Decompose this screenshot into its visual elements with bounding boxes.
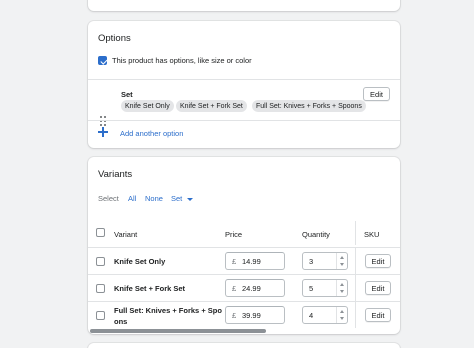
price-value: 14.99 — [242, 256, 261, 266]
variant-name-line: ons — [114, 317, 128, 326]
currency-symbol: £ — [232, 310, 237, 320]
variant-name: Knife Set + Fork Set — [114, 284, 186, 293]
quantity-value: 3 — [309, 256, 314, 266]
select-all-link[interactable]: All — [128, 194, 136, 203]
currency-symbol: £ — [232, 256, 237, 266]
column-divider — [355, 221, 356, 245]
column-divider — [355, 248, 356, 274]
price-input[interactable]: £ 39.99 — [225, 306, 285, 324]
options-card: Options This product has options, like s… — [88, 21, 400, 148]
variant-name: Knife Set Only — [114, 257, 166, 266]
select-none-link[interactable]: None — [145, 194, 163, 203]
option-value-tag: Full Set: Knives + Forks + Spoons — [252, 100, 366, 112]
price-value: 39.99 — [242, 310, 261, 320]
column-divider — [355, 275, 356, 301]
row-checkbox[interactable] — [96, 284, 105, 293]
select-set-dropdown[interactable]: Set — [171, 194, 194, 203]
quantity-stepper[interactable]: 3 — [302, 252, 348, 270]
price-column-header: Price — [225, 230, 243, 239]
options-divider-2 — [88, 120, 400, 121]
quantity-stepper[interactable]: 4 — [302, 306, 348, 324]
variants-card: Variants Select All None Set Variant Pri… — [88, 157, 400, 334]
horizontal-scrollbar[interactable] — [88, 328, 400, 334]
option-value-tag: Knife Set + Fork Set — [176, 100, 247, 112]
edit-variant-button[interactable]: Edit — [365, 281, 391, 295]
quantity-value: 4 — [309, 310, 314, 320]
plus-icon — [98, 127, 108, 137]
add-another-option-link[interactable]: Add another option — [120, 129, 183, 138]
variant-name-line: Full Set: Knives + Forks + Spo — [114, 306, 222, 315]
sku-column-header: SKU — [364, 230, 380, 239]
stepper-arrows-icon[interactable] — [336, 280, 347, 296]
column-divider — [355, 302, 356, 328]
variant-name: Full Set: Knives + Forks + Spo ons — [114, 305, 222, 327]
edit-variant-button[interactable]: Edit — [365, 308, 391, 322]
options-title: Options — [98, 33, 131, 44]
caret-down-icon — [187, 197, 194, 201]
select-all-variants-checkbox[interactable] — [96, 228, 105, 237]
quantity-column-header: Quantity — [302, 230, 330, 239]
previous-section-card — [88, 0, 400, 11]
stepper-arrows-icon[interactable] — [336, 307, 347, 323]
options-divider-1 — [88, 79, 400, 80]
stepper-arrows-icon[interactable] — [336, 253, 347, 269]
select-label: Select — [98, 194, 119, 203]
has-options-label: This product has options, like size or c… — [112, 56, 252, 65]
row-divider — [88, 274, 400, 275]
quantity-stepper[interactable]: 5 — [302, 279, 348, 297]
row-divider — [88, 301, 400, 302]
drag-handle-icon[interactable] — [100, 116, 106, 126]
row-checkbox[interactable] — [96, 257, 105, 266]
quantity-value: 5 — [309, 283, 314, 293]
option-value-tag: Knife Set Only — [121, 100, 174, 112]
variants-title: Variants — [98, 169, 133, 180]
select-set-label: Set — [171, 194, 183, 203]
price-input[interactable]: £ 24.99 — [225, 279, 285, 297]
currency-symbol: £ — [232, 283, 237, 293]
edit-variant-button[interactable]: Edit — [365, 254, 391, 268]
edit-option-button[interactable]: Edit — [363, 87, 390, 101]
variant-column-header: Variant — [114, 230, 138, 239]
table-header-divider — [88, 247, 400, 248]
row-checkbox[interactable] — [96, 311, 105, 320]
has-options-checkbox[interactable] — [98, 56, 107, 65]
next-section-card — [88, 343, 400, 348]
price-input[interactable]: £ 14.99 — [225, 252, 285, 270]
option-name: Set — [121, 90, 133, 99]
price-value: 24.99 — [242, 283, 261, 293]
scrollbar-thumb[interactable] — [90, 329, 266, 333]
